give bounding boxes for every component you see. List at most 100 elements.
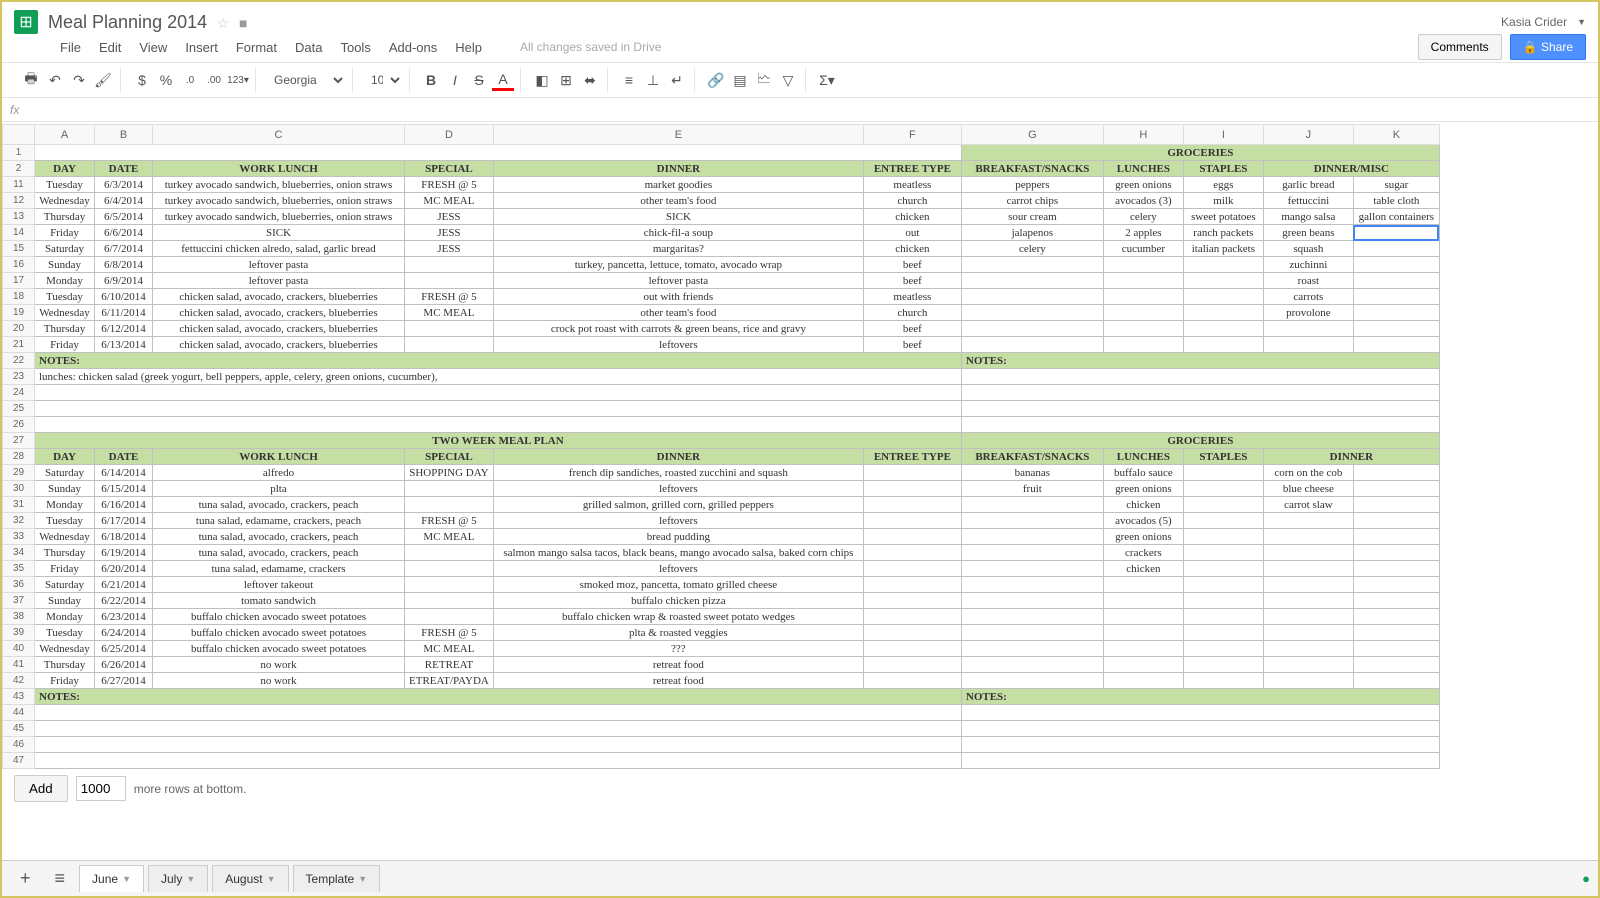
cell[interactable]: BREAKFAST/SNACKS <box>961 161 1103 177</box>
cell[interactable]: avocados (3) <box>1103 193 1183 209</box>
menu-edit[interactable]: Edit <box>99 40 121 55</box>
row-header[interactable]: 43 <box>3 689 35 705</box>
cell[interactable]: jalapenos <box>961 225 1103 241</box>
cell[interactable]: meatless <box>863 289 961 305</box>
col-header[interactable]: A <box>35 125 95 145</box>
cell[interactable]: smoked moz, pancetta, tomato grilled che… <box>493 577 863 593</box>
borders-icon[interactable]: ⊞ <box>555 69 577 91</box>
cell[interactable] <box>1263 593 1353 609</box>
menu-data[interactable]: Data <box>295 40 322 55</box>
cell[interactable]: no work <box>153 673 405 689</box>
all-sheets-icon[interactable]: ≡ <box>45 862 76 895</box>
cell[interactable]: eggs <box>1183 177 1263 193</box>
col-header[interactable]: F <box>863 125 961 145</box>
cell[interactable]: cucumber <box>1103 241 1183 257</box>
cell[interactable]: Saturday <box>35 577 95 593</box>
row-header[interactable]: 14 <box>3 225 35 241</box>
cell[interactable] <box>1103 657 1183 673</box>
cell[interactable]: RETREAT <box>405 657 494 673</box>
folder-icon[interactable]: ■ <box>239 15 247 31</box>
menu-view[interactable]: View <box>139 40 167 55</box>
cell[interactable]: turkey avocado sandwich, blueberries, on… <box>153 209 405 225</box>
cell[interactable]: chicken salad, avocado, crackers, bluebe… <box>153 321 405 337</box>
cell[interactable]: margaritas? <box>493 241 863 257</box>
cell[interactable]: 6/11/2014 <box>95 305 153 321</box>
col-header[interactable]: E <box>493 125 863 145</box>
cell[interactable] <box>961 529 1103 545</box>
cell[interactable]: STAPLES <box>1183 449 1263 465</box>
cell[interactable]: sweet potatoes <box>1183 209 1263 225</box>
row-header[interactable]: 25 <box>3 401 35 417</box>
cell[interactable]: turkey avocado sandwich, blueberries, on… <box>153 177 405 193</box>
cell[interactable]: tuna salad, avocado, crackers, peach <box>153 545 405 561</box>
cell[interactable]: Sunday <box>35 257 95 273</box>
cell[interactable] <box>1103 609 1183 625</box>
cell[interactable] <box>961 625 1103 641</box>
row-header[interactable]: 46 <box>3 737 35 753</box>
cell[interactable] <box>961 545 1103 561</box>
cell[interactable]: peppers <box>961 177 1103 193</box>
row-header[interactable]: 12 <box>3 193 35 209</box>
cell[interactable]: FRESH @ 5 <box>405 513 494 529</box>
col-header[interactable]: C <box>153 125 405 145</box>
cell[interactable]: chicken <box>1103 497 1183 513</box>
cell[interactable]: chicken <box>1103 561 1183 577</box>
cell[interactable] <box>1103 593 1183 609</box>
cell[interactable] <box>1183 545 1263 561</box>
cell[interactable] <box>1263 545 1353 561</box>
decimal-increase-icon[interactable]: .00 <box>203 69 225 91</box>
row-header[interactable]: 17 <box>3 273 35 289</box>
cell[interactable]: alfredo <box>153 465 405 481</box>
cell[interactable] <box>1183 513 1263 529</box>
font-size-select[interactable]: 10 <box>363 70 403 90</box>
cell[interactable]: out with friends <box>493 289 863 305</box>
cell[interactable]: leftovers <box>493 561 863 577</box>
row-header[interactable]: 44 <box>3 705 35 721</box>
cell[interactable]: DAY <box>35 449 95 465</box>
row-header[interactable]: 13 <box>3 209 35 225</box>
menu-insert[interactable]: Insert <box>185 40 218 55</box>
cell[interactable] <box>1183 321 1263 337</box>
cell[interactable] <box>1103 577 1183 593</box>
cell[interactable]: mango salsa <box>1263 209 1353 225</box>
cell[interactable]: DAY <box>35 161 95 177</box>
cell[interactable]: 6/23/2014 <box>95 609 153 625</box>
cell[interactable] <box>1263 657 1353 673</box>
cell[interactable] <box>1183 289 1263 305</box>
cell[interactable]: squash <box>1263 241 1353 257</box>
wrap-icon[interactable]: ↵ <box>666 69 688 91</box>
share-button[interactable]: 🔒 Share <box>1510 34 1586 60</box>
functions-icon[interactable]: Σ▾ <box>816 69 838 91</box>
cell[interactable] <box>1353 225 1439 241</box>
cell[interactable]: leftovers <box>493 513 863 529</box>
cell[interactable]: sugar <box>1353 177 1439 193</box>
cell[interactable]: 6/13/2014 <box>95 337 153 353</box>
cell[interactable]: DINNER <box>1263 449 1439 465</box>
cell[interactable]: 6/15/2014 <box>95 481 153 497</box>
cell[interactable] <box>961 385 1439 401</box>
cell[interactable]: 6/5/2014 <box>95 209 153 225</box>
spreadsheet-grid[interactable]: ABCDEFGHIJK 1GROCERIES2DAYDATEWORK LUNCH… <box>2 124 1598 848</box>
cell[interactable]: retreat food <box>493 673 863 689</box>
cell[interactable]: buffalo chicken pizza <box>493 593 863 609</box>
cell[interactable]: market goodies <box>493 177 863 193</box>
cell[interactable]: FRESH @ 5 <box>405 177 494 193</box>
cell[interactable] <box>1353 257 1439 273</box>
cell[interactable]: DATE <box>95 161 153 177</box>
cell[interactable] <box>961 609 1103 625</box>
cell[interactable] <box>405 321 494 337</box>
cell[interactable]: WORK LUNCH <box>153 449 405 465</box>
cell[interactable]: milk <box>1183 193 1263 209</box>
sheet-tab-july[interactable]: July ▼ <box>148 865 208 892</box>
menu-tools[interactable]: Tools <box>340 40 370 55</box>
row-header[interactable]: 33 <box>3 529 35 545</box>
cell[interactable]: 6/10/2014 <box>95 289 153 305</box>
cell[interactable]: other team's food <box>493 193 863 209</box>
cell[interactable]: green onions <box>1103 481 1183 497</box>
col-header[interactable]: H <box>1103 125 1183 145</box>
cell[interactable]: celery <box>1103 209 1183 225</box>
user-name[interactable]: Kasia Crider <box>1501 15 1567 29</box>
currency-icon[interactable]: $ <box>131 69 153 91</box>
cell[interactable] <box>405 273 494 289</box>
cell[interactable] <box>863 561 961 577</box>
